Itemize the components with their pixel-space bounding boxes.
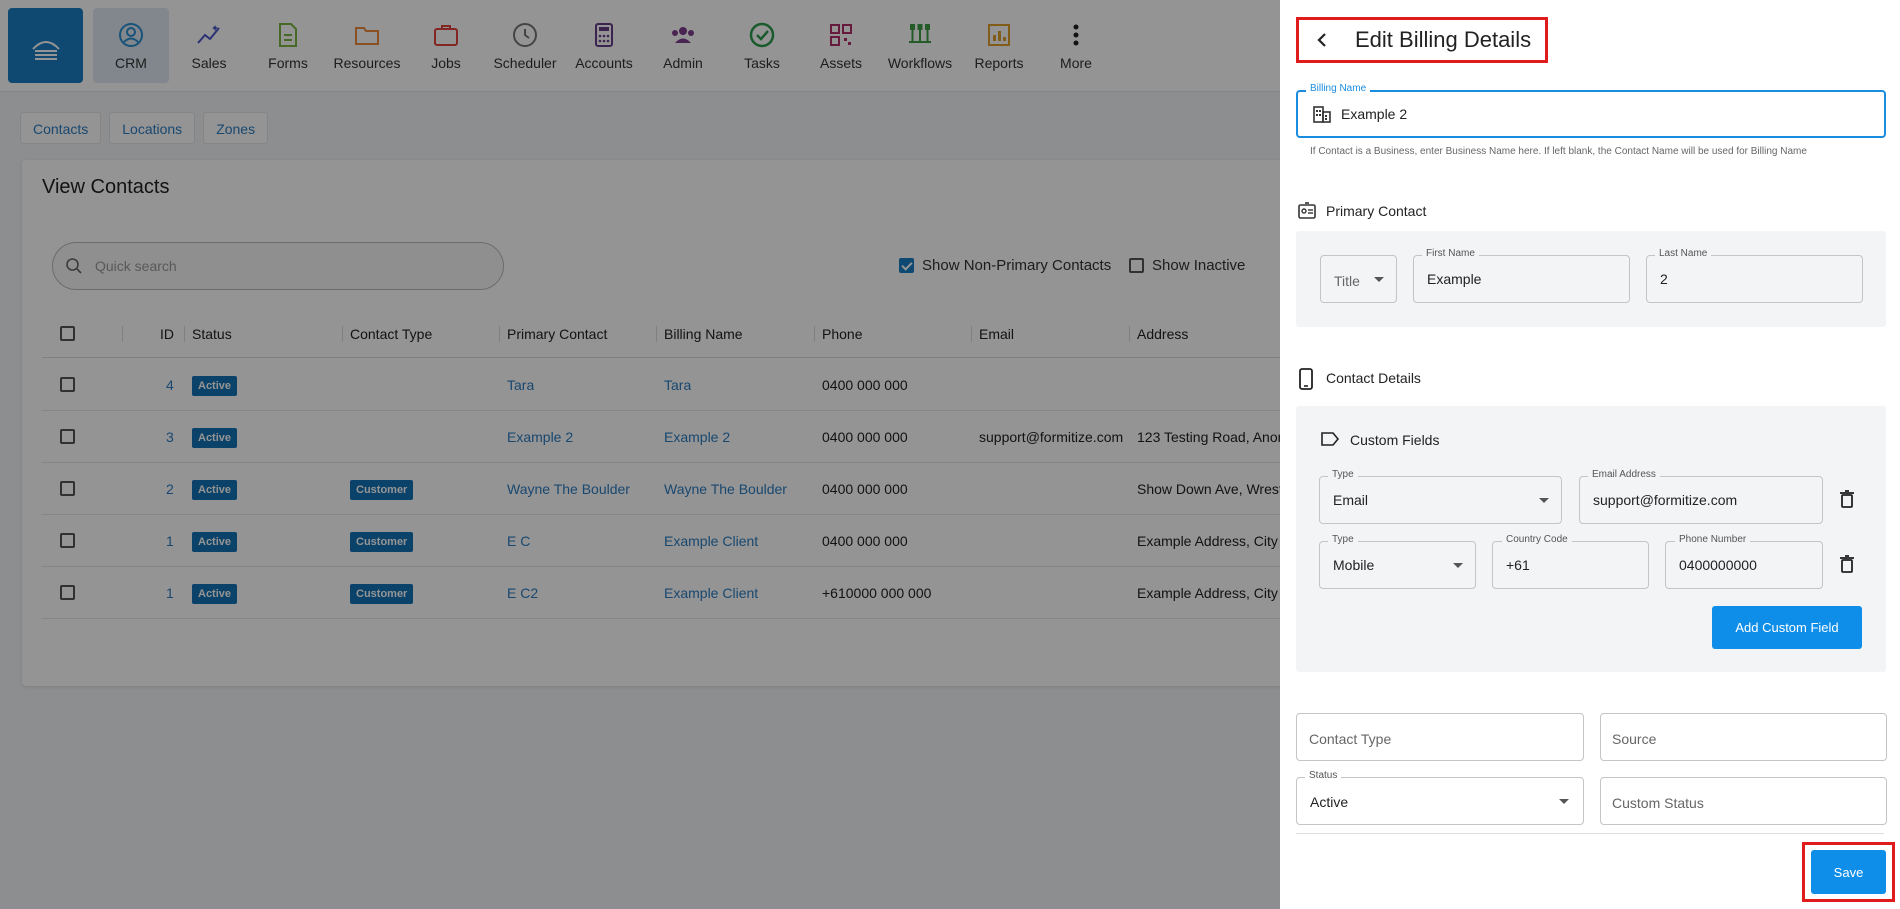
delete-trash-icon[interactable] bbox=[1840, 490, 1854, 508]
custom-status-placeholder: Custom Status bbox=[1612, 795, 1704, 811]
last-name-field[interactable] bbox=[1646, 255, 1863, 303]
chevron-down-icon bbox=[1374, 277, 1384, 282]
contact-details-title: Contact Details bbox=[1326, 370, 1421, 386]
cf1-type-label: Type bbox=[1328, 469, 1358, 480]
last-name-value: 2 bbox=[1660, 271, 1668, 287]
add-custom-field-button[interactable]: Add Custom Field bbox=[1712, 606, 1862, 649]
billing-name-label: Billing Name bbox=[1306, 83, 1371, 94]
status-label: Status bbox=[1305, 770, 1342, 781]
contact-type-placeholder: Contact Type bbox=[1309, 731, 1392, 747]
cf2-type-label: Type bbox=[1328, 534, 1358, 545]
contact-card-icon bbox=[1298, 202, 1316, 219]
billing-name-value: Example 2 bbox=[1341, 106, 1408, 122]
status-value: Active bbox=[1310, 794, 1349, 810]
phone-icon bbox=[1299, 368, 1313, 390]
chevron-down-icon bbox=[1559, 799, 1569, 804]
cf1-type-value: Email bbox=[1333, 492, 1369, 508]
title-placeholder: Title bbox=[1334, 273, 1360, 289]
building-icon bbox=[1313, 106, 1331, 123]
chevron-down-icon bbox=[1453, 563, 1463, 568]
footer-divider bbox=[1296, 833, 1884, 834]
cf2-country-code-value: +61 bbox=[1506, 557, 1530, 573]
cf2-phone-label: Phone Number bbox=[1675, 534, 1751, 545]
label-tag-icon bbox=[1321, 432, 1340, 446]
cf2-type-value: Mobile bbox=[1333, 557, 1375, 573]
delete-trash-icon[interactable] bbox=[1840, 555, 1854, 573]
first-name-value: Example bbox=[1427, 271, 1482, 287]
billing-name-hint: If Contact is a Business, enter Business… bbox=[1310, 146, 1807, 157]
last-name-label: Last Name bbox=[1655, 248, 1712, 259]
cf1-email-label: Email Address bbox=[1588, 469, 1660, 480]
back-arrow-icon[interactable] bbox=[1312, 30, 1332, 50]
cf1-email-value: support@formitize.com bbox=[1593, 492, 1738, 508]
modal-backdrop[interactable] bbox=[0, 0, 1280, 909]
cf2-phone-value: 0400000000 bbox=[1679, 557, 1757, 573]
first-name-label: First Name bbox=[1422, 248, 1479, 259]
drawer-title: Edit Billing Details bbox=[1355, 27, 1532, 52]
chevron-down-icon bbox=[1539, 498, 1549, 503]
custom-fields-title: Custom Fields bbox=[1350, 432, 1440, 448]
source-placeholder: Source bbox=[1612, 731, 1657, 747]
save-button[interactable]: Save bbox=[1811, 850, 1886, 894]
cf2-country-code-label: Country Code bbox=[1502, 534, 1572, 545]
primary-contact-title: Primary Contact bbox=[1326, 203, 1427, 219]
